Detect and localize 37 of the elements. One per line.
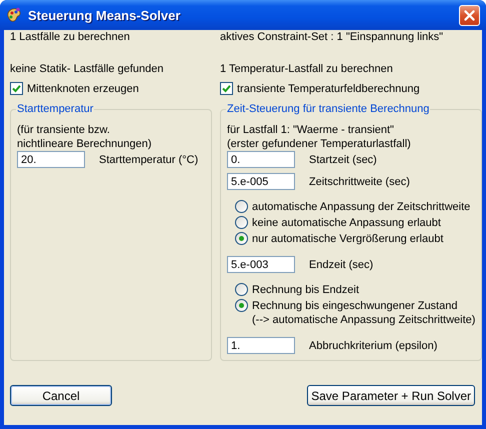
- info-text: 1 Temperatur-Lastfall zu berechnen: [220, 63, 393, 76]
- radio-button[interactable]: [235, 283, 248, 296]
- checkbox[interactable]: [220, 82, 233, 95]
- note-text: für Lastfall 1: "Waerme - transient" (erster gefundener Temperaturlastfall): [227, 123, 412, 151]
- info-text: aktives Constraint-Set : 1 "Einspannung links": [220, 31, 444, 44]
- checkbox-label[interactable]: Mittenknoten erzeugen: [27, 82, 139, 94]
- radio-label[interactable]: automatische Anpassung der Zeitschrittweite: [252, 200, 470, 214]
- field-label: Zeitschrittweite (sec): [309, 176, 410, 188]
- radio-label[interactable]: Rechnung bis eingeschwungener Zustand (--> automatische Anpassung Zeitschrittweite): [252, 299, 476, 327]
- cancel-button[interactable]: Cancel: [10, 385, 112, 406]
- info-text: 1 Lastfälle zu berechnen: [10, 31, 130, 44]
- info-text: keine Statik- Lastfälle gefunden: [10, 63, 164, 76]
- radio-button[interactable]: [235, 216, 248, 229]
- input-field[interactable]: 20.: [17, 151, 85, 168]
- checkbox[interactable]: [10, 82, 23, 95]
- radio-button[interactable]: [235, 232, 248, 245]
- group-title: Starttemperatur: [16, 103, 94, 115]
- input-field[interactable]: 0.: [227, 151, 295, 168]
- window-title: Steuerung Means-Solver: [28, 8, 182, 22]
- field-label: Starttemperatur (°C): [99, 154, 198, 166]
- note-text: (für transiente bzw. nichtlineare Berechnungen): [17, 123, 153, 151]
- input-field[interactable]: 5.e-003: [227, 256, 295, 273]
- radio-button[interactable]: [235, 200, 248, 213]
- field-label: Endzeit (sec): [309, 258, 374, 270]
- run-button[interactable]: Save Parameter + Run Solver: [307, 385, 475, 406]
- checkbox-label[interactable]: transiente Temperaturfeldberechnung: [237, 82, 420, 94]
- input-field[interactable]: 1.: [227, 337, 295, 354]
- palette-icon: [6, 7, 22, 23]
- radio-label[interactable]: nur automatische Vergrößerung erlaubt: [252, 232, 444, 246]
- field-label: Abbruchkriterium (epsilon): [309, 340, 438, 352]
- radio-label[interactable]: Rechnung bis Endzeit: [252, 283, 360, 297]
- radio-label[interactable]: keine automatische Anpassung erlaubt: [252, 216, 441, 230]
- input-field[interactable]: 5.e-005: [227, 173, 295, 190]
- close-button[interactable]: [459, 4, 480, 26]
- field-label: Startzeit (sec): [309, 154, 377, 166]
- radio-button[interactable]: [235, 299, 248, 312]
- group-title: Zeit-Steuerung für transiente Berechnung: [226, 103, 430, 115]
